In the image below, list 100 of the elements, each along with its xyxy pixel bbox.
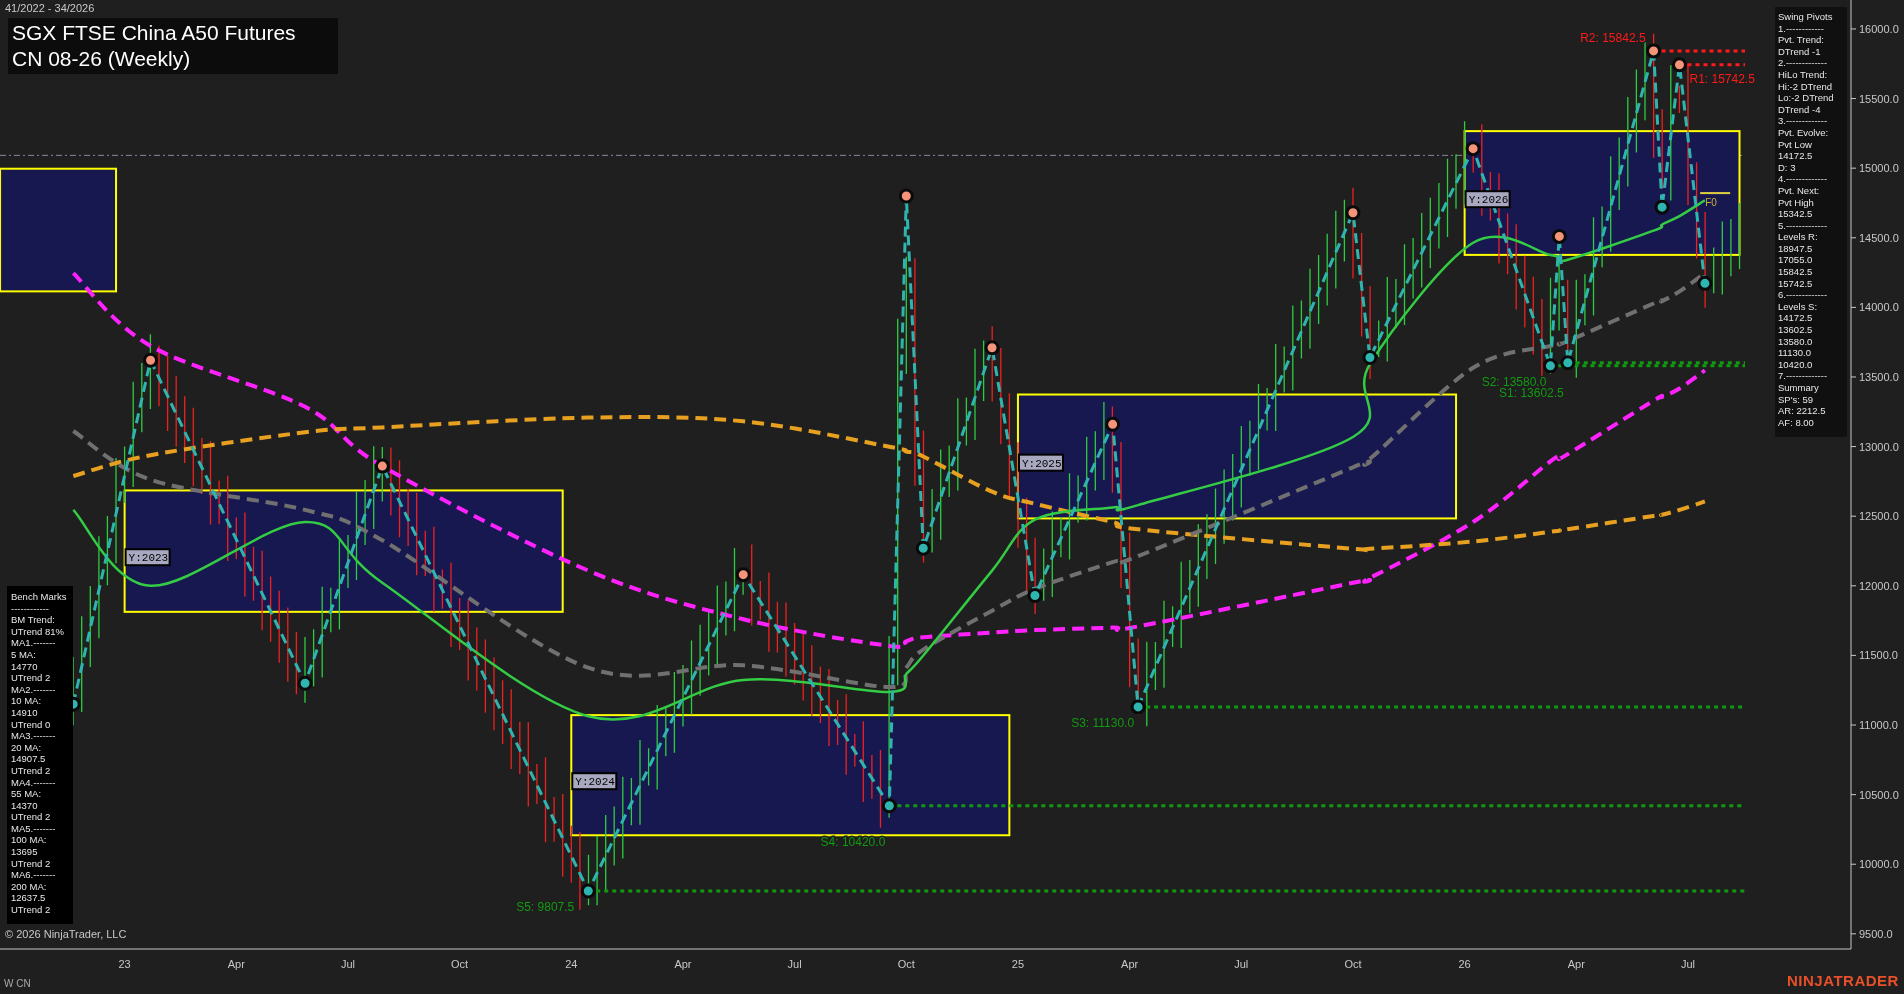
- logo-text: NINJATRADER: [1787, 973, 1899, 988]
- pivot-high-dot: [898, 188, 914, 204]
- swing-pivots-line: 6.-------------: [1778, 289, 1829, 301]
- swing-pivots-line: HiLo Trend:: [1778, 68, 1829, 81]
- swing-pivots-line: SP's: 59: [1778, 393, 1815, 406]
- pivot-high-dot: [984, 340, 1000, 356]
- x-axis-label: Apr: [1121, 958, 1139, 970]
- resistance-label: R1: 15742.5: [1689, 71, 1755, 86]
- year-tag: Y:2026: [1464, 190, 1511, 209]
- swing-pivots-line: Pvt Low: [1778, 138, 1813, 151]
- x-axis-label: Apr: [674, 958, 692, 970]
- y-axis-label: 10500.0: [1859, 788, 1899, 801]
- swing-pivots-line: Levels S:: [1778, 300, 1819, 313]
- bench-marks-line: 200 MA:: [11, 880, 48, 893]
- swing-pivots-line: 4.-------------: [1778, 173, 1829, 185]
- x-axis-label: Oct: [1344, 958, 1362, 970]
- x-axis-label: Jul: [1234, 958, 1249, 970]
- bench-marks-line: UTrend 2: [11, 904, 52, 916]
- swing-pivots-line: Levels R:: [1778, 231, 1819, 243]
- bench-marks-line: UTrend 2: [11, 857, 52, 870]
- bench-marks-line: 55 MA:: [11, 788, 43, 800]
- year-tag: Y:2024: [571, 772, 618, 791]
- marker-label: F0: [1705, 197, 1717, 209]
- pivot-high-dot: [143, 352, 159, 368]
- bench-marks-line: MA4.-------: [11, 776, 57, 789]
- swing-pivots-line: Hi:-2 DTrend: [1778, 80, 1834, 93]
- bench-marks-line: MA2.-------: [11, 683, 57, 696]
- pivot-low-dot: [1542, 358, 1558, 374]
- y-axis-label: 15000.0: [1859, 162, 1899, 175]
- swing-pivots-line: Summary: [1778, 382, 1820, 394]
- swing-pivots-line: Pvt. Next:: [1778, 184, 1821, 197]
- bench-marks-line: BM Trend:: [11, 614, 56, 626]
- bench-marks-line: 100 MA:: [11, 834, 48, 847]
- y-axis-label: 10000.0: [1859, 858, 1899, 871]
- x-axis-label: Apr: [1567, 958, 1585, 970]
- bench-marks-line: UTrend 81%: [11, 625, 65, 638]
- bench-marks-line: UTrend 2: [11, 811, 52, 823]
- bench-marks-line: MA6.-------: [11, 869, 57, 881]
- swing-pivots-line: 13602.5: [1778, 324, 1814, 336]
- x-axis-label: Oct: [451, 958, 469, 970]
- bench-marks-line: Bench Marks: [11, 591, 68, 603]
- bench-marks-line: 12637.5: [11, 892, 47, 905]
- x-axis-label: 23: [118, 958, 131, 970]
- bench-marks-line: 5 MA:: [11, 648, 37, 661]
- swing-pivots-line: 15742.5: [1778, 277, 1814, 290]
- swing-pivots-line: 7.-------------: [1778, 370, 1829, 382]
- swing-pivots-line: 15342.5: [1778, 208, 1814, 220]
- year-tag: Y:2025: [1017, 453, 1064, 472]
- pivot-low-dot: [915, 540, 931, 556]
- swing-pivots-line: AR: 2212.5: [1778, 405, 1827, 417]
- bench-marks-line: 13695: [11, 846, 39, 858]
- bench-marks-line: 14910: [11, 706, 39, 719]
- y-axis-label: 14500.0: [1859, 231, 1899, 244]
- swing-pivots-line: 13580.0: [1778, 335, 1814, 348]
- swing-pivots-line: 15842.5: [1778, 266, 1814, 278]
- x-axis-label: 26: [1458, 958, 1471, 970]
- pivot-low-dot: [297, 675, 313, 691]
- swing-pivots-line: AF: 8.00: [1778, 416, 1815, 429]
- instrument-label: W CN: [4, 979, 31, 989]
- pivot-high-dot: [1646, 43, 1662, 59]
- chart-title: SGX FTSE China A50 Futures: [12, 20, 297, 46]
- swing-pivots-line: 5.-------------: [1778, 219, 1829, 232]
- y-axis-label: 16000.0: [1859, 22, 1899, 35]
- pivot-high-dot: [1345, 205, 1361, 221]
- swing-pivots-line: 14172.5: [1778, 150, 1814, 162]
- swing-pivots-line: 11130.0: [1778, 347, 1812, 359]
- y-axis-label: 11500.0: [1859, 649, 1898, 662]
- x-axis-label: Jul: [340, 958, 355, 970]
- bench-marks-line: UTrend 0: [11, 718, 52, 731]
- swing-pivots-line: Pvt. Trend:: [1778, 34, 1825, 46]
- pivot-low-dot: [1654, 199, 1670, 215]
- y-axis-label: 9500.0: [1859, 927, 1893, 940]
- swing-pivots-line: 18947.5: [1778, 242, 1814, 255]
- x-axis-label: Oct: [897, 958, 915, 970]
- y-axis-label: 12000.0: [1859, 579, 1899, 592]
- x-axis-label: 24: [565, 958, 578, 970]
- resistance-label: R2: 15842.5: [1580, 30, 1646, 45]
- pivot-low-dot: [1362, 350, 1378, 365]
- marker-line: [1699, 192, 1732, 195]
- copyright-text: © 2026 NinjaTrader, LLC: [5, 929, 127, 940]
- pivot-high-dot: [735, 567, 751, 583]
- pivot-low-dot: [1560, 355, 1576, 371]
- support-label: S5: 9807.5: [516, 900, 575, 914]
- swing-pivots-line: 10420.0: [1778, 358, 1814, 371]
- pivot-low-dot: [580, 883, 596, 899]
- bench-marks-line: 14770: [11, 660, 39, 673]
- pivot-high-dot: [374, 458, 390, 474]
- pivot-high-dot: [1551, 228, 1567, 244]
- pivot-high-dot: [1465, 141, 1481, 157]
- chart-title: CN 08-26 (Weekly): [12, 46, 192, 72]
- y-axis-label: 13500.0: [1859, 371, 1899, 383]
- x-axis-label: Jul: [787, 958, 802, 970]
- swing-pivots-line: Pvt. Evolve:: [1778, 126, 1830, 139]
- x-axis-label: Jul: [1680, 958, 1695, 970]
- year-tag: Y:2023: [124, 548, 171, 567]
- swing-pivots-line: Pvt High: [1778, 196, 1815, 209]
- bench-marks-line: MA1.-------: [11, 637, 57, 649]
- bench-marks-line: ------------: [11, 602, 50, 615]
- swing-pivots-line: Swing Pivots: [1778, 11, 1834, 23]
- swing-pivots-line: DTrend -4: [1778, 103, 1822, 116]
